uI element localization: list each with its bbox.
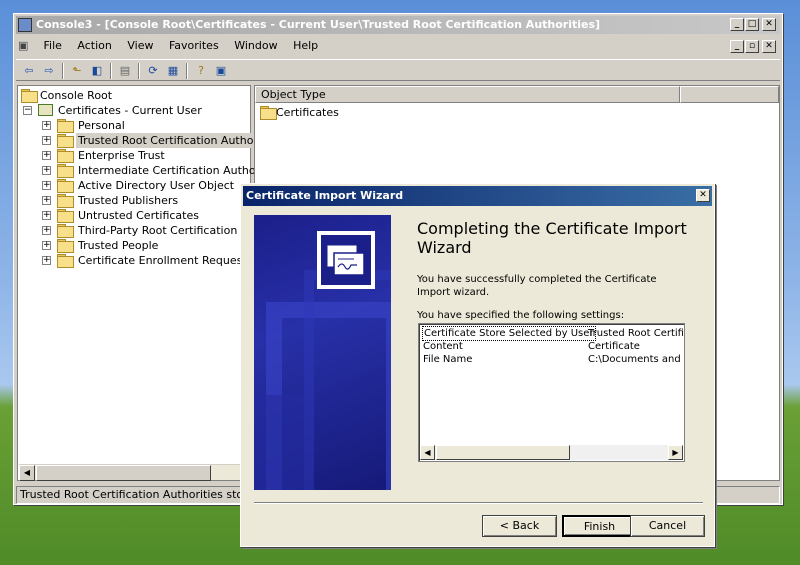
menu-window[interactable]: Window: [228, 36, 283, 56]
finish-button-label: Finish: [583, 520, 616, 533]
toolbar: ⇦ ⇨ ⬑ ◧ ▤ ⟳ ▦ ? ▣: [16, 59, 780, 81]
expand-icon[interactable]: +: [42, 241, 51, 250]
expand-icon[interactable]: +: [42, 166, 51, 175]
scroll-left-icon[interactable]: ◀: [19, 465, 35, 481]
expand-icon[interactable]: +: [42, 256, 51, 265]
close-button[interactable]: ✕: [762, 18, 776, 31]
setting-value: Certificate: [588, 341, 640, 352]
window-title: Console3 - [Console Root\Certificates - …: [16, 16, 780, 34]
menu-bar: ▣ File Action View Favorites Window Help: [16, 36, 780, 56]
tree-label: Certificates - Current User: [58, 104, 202, 117]
tree-label: Personal: [78, 119, 125, 132]
folder-icon: [57, 164, 74, 178]
menu-view[interactable]: View: [121, 36, 159, 56]
wizard-close-button[interactable]: ✕: [696, 189, 710, 202]
toolbar-separator: [62, 63, 64, 79]
show-tree-icon[interactable]: ◧: [88, 63, 106, 79]
cancel-button[interactable]: Cancel: [630, 515, 705, 537]
wizard-artwork: [254, 215, 391, 490]
folder-icon: [21, 89, 38, 103]
wizard-message: You have successfully completed the Cert…: [417, 274, 657, 298]
folder-icon: [57, 149, 74, 163]
folder-icon: [57, 224, 74, 238]
tree-horizontal-scrollbar[interactable]: ◀: [19, 464, 249, 481]
export-list-icon[interactable]: ▦: [164, 63, 182, 79]
tree-label: Trusted People: [78, 239, 159, 252]
scroll-left-icon[interactable]: ◀: [420, 445, 435, 460]
menu-action[interactable]: Action: [71, 36, 117, 56]
setting-value: C:\Documents and Se: [588, 354, 684, 365]
setting-value: Trusted Root Certific: [588, 328, 684, 339]
child-restore-button[interactable]: ▫: [745, 40, 759, 53]
up-folder-icon[interactable]: ⬑: [68, 63, 86, 79]
expand-icon[interactable]: +: [42, 226, 51, 235]
expand-icon[interactable]: +: [42, 196, 51, 205]
settings-list[interactable]: Certificate Store Selected by User Truste…: [418, 323, 685, 462]
forward-arrow-icon[interactable]: ⇨: [40, 63, 58, 79]
finish-button[interactable]: Finish: [562, 515, 637, 537]
child-minimize-button[interactable]: _: [730, 40, 744, 53]
tree-label: Enterprise Trust: [78, 149, 165, 162]
cancel-button-label: Cancel: [648, 519, 687, 532]
certificate-snapin-icon: [38, 104, 53, 116]
expand-icon[interactable]: +: [42, 136, 51, 145]
tree-label: Trusted Publishers: [78, 194, 179, 207]
status-bar: Trusted Root Certification Authorities s…: [16, 486, 251, 504]
folder-icon: [57, 254, 74, 268]
toolbar-separator: [186, 63, 188, 79]
list-item-label: Certificates: [276, 106, 339, 119]
expand-icon[interactable]: +: [42, 151, 51, 160]
folder-icon: [57, 134, 74, 148]
folder-icon: [260, 106, 277, 120]
tree-label: Certificate Enrollment Requests: [78, 254, 253, 267]
child-close-button[interactable]: ✕: [762, 40, 776, 53]
scroll-right-icon[interactable]: ▶: [668, 445, 683, 460]
tree-label: Console Root: [40, 89, 113, 102]
wizard-divider: [254, 502, 703, 504]
menu-favorites[interactable]: Favorites: [163, 36, 225, 56]
collapse-icon[interactable]: −: [23, 106, 32, 115]
minimize-button[interactable]: _: [730, 18, 744, 31]
tree-label: Trusted Root Certification Authorities: [76, 133, 283, 148]
menu-file[interactable]: File: [38, 36, 68, 56]
folder-icon: [57, 194, 74, 208]
back-button-label: < Back: [499, 519, 540, 532]
certificate-artwork-icon: [254, 231, 391, 490]
tree-pane[interactable]: Console Root − Certificates - Current Us…: [17, 85, 301, 481]
wizard-title: Certificate Import Wizard: [243, 186, 712, 206]
console-app-icon: [18, 18, 32, 32]
back-arrow-icon[interactable]: ⇦: [20, 63, 38, 79]
expand-icon[interactable]: +: [42, 181, 51, 190]
folder-icon: [57, 209, 74, 223]
refresh-icon[interactable]: ⟳: [144, 63, 162, 79]
mdi-icon[interactable]: ▣: [16, 36, 34, 56]
settings-horizontal-scrollbar[interactable]: ◀ ▶: [420, 445, 683, 460]
setting-name[interactable]: Certificate Store Selected by User: [422, 326, 596, 341]
setting-name[interactable]: Content: [423, 340, 463, 353]
help-icon[interactable]: ?: [192, 63, 210, 79]
folder-icon: [57, 119, 74, 133]
delete-icon[interactable]: ▤: [116, 63, 134, 79]
expand-icon[interactable]: +: [42, 211, 51, 220]
tree-label: Active Directory User Object: [78, 179, 235, 192]
expand-icon[interactable]: +: [42, 121, 51, 130]
tree-label: Untrusted Certificates: [78, 209, 199, 222]
back-button[interactable]: < Back: [482, 515, 557, 537]
properties-icon[interactable]: ▣: [212, 63, 230, 79]
menu-help[interactable]: Help: [287, 36, 324, 56]
scroll-thumb[interactable]: [36, 465, 211, 481]
settings-label: You have specified the following setting…: [417, 310, 625, 321]
maximize-button[interactable]: □: [745, 18, 759, 31]
setting-name[interactable]: File Name: [423, 353, 472, 366]
toolbar-separator: [138, 63, 140, 79]
column-header-object-type[interactable]: Object Type: [255, 86, 680, 103]
toolbar-separator: [110, 63, 112, 79]
folder-icon: [57, 179, 74, 193]
folder-icon: [57, 239, 74, 253]
column-header-empty[interactable]: [680, 86, 779, 103]
wizard-heading: Completing the Certificate Import Wizard: [417, 219, 687, 257]
scroll-thumb[interactable]: [436, 445, 570, 460]
certificate-import-wizard: Certificate Import Wizard ✕ Completing t…: [240, 183, 715, 547]
